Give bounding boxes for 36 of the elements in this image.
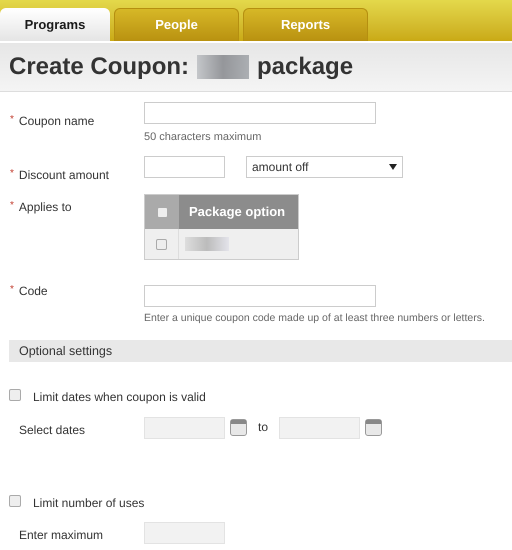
page-title: package xyxy=(257,52,354,82)
field-label: Coupon name xyxy=(18,113,94,130)
section-title: Optional settings xyxy=(19,342,112,360)
required-asterisk: * xyxy=(10,199,14,213)
checkbox[interactable] xyxy=(9,495,21,507)
checkbox[interactable] xyxy=(156,206,168,218)
date-input[interactable] xyxy=(279,417,360,439)
checkbox-label: Limit number of uses xyxy=(33,495,144,512)
checkbox[interactable] xyxy=(9,389,21,401)
text-input[interactable] xyxy=(144,102,376,124)
number-input[interactable] xyxy=(144,156,225,178)
checkbox-label: Limit dates when coupon is valid xyxy=(33,389,206,406)
field-label: Code xyxy=(18,283,48,300)
field-label: Select dates xyxy=(19,422,86,439)
number-input[interactable] xyxy=(144,522,225,544)
field-label: Applies to xyxy=(18,199,72,216)
page-title: Create Coupon: xyxy=(9,52,189,82)
dropdown[interactable]: amount off xyxy=(246,156,403,178)
column-header: Package option xyxy=(189,203,286,222)
tab[interactable]: Programs xyxy=(0,8,110,41)
checkbox[interactable] xyxy=(156,238,167,250)
required-asterisk: * xyxy=(10,283,14,297)
to-label: to xyxy=(258,419,268,436)
redacted-block xyxy=(185,237,229,251)
hint-text: 50 characters maximum xyxy=(144,130,262,145)
redacted-block xyxy=(197,55,249,79)
text-input[interactable] xyxy=(144,285,376,307)
required-asterisk: * xyxy=(10,167,14,181)
required-asterisk: * xyxy=(10,113,14,127)
hint-text: Enter a unique coupon code made up of at least three numbers or letters. xyxy=(144,311,485,326)
calendar-icon[interactable] xyxy=(230,419,247,436)
calendar-icon[interactable] xyxy=(365,419,382,436)
field-label: Discount amount xyxy=(18,167,109,184)
date-input[interactable] xyxy=(144,417,225,439)
field-label: Enter maximum xyxy=(19,527,104,544)
caret-icon xyxy=(389,164,397,170)
